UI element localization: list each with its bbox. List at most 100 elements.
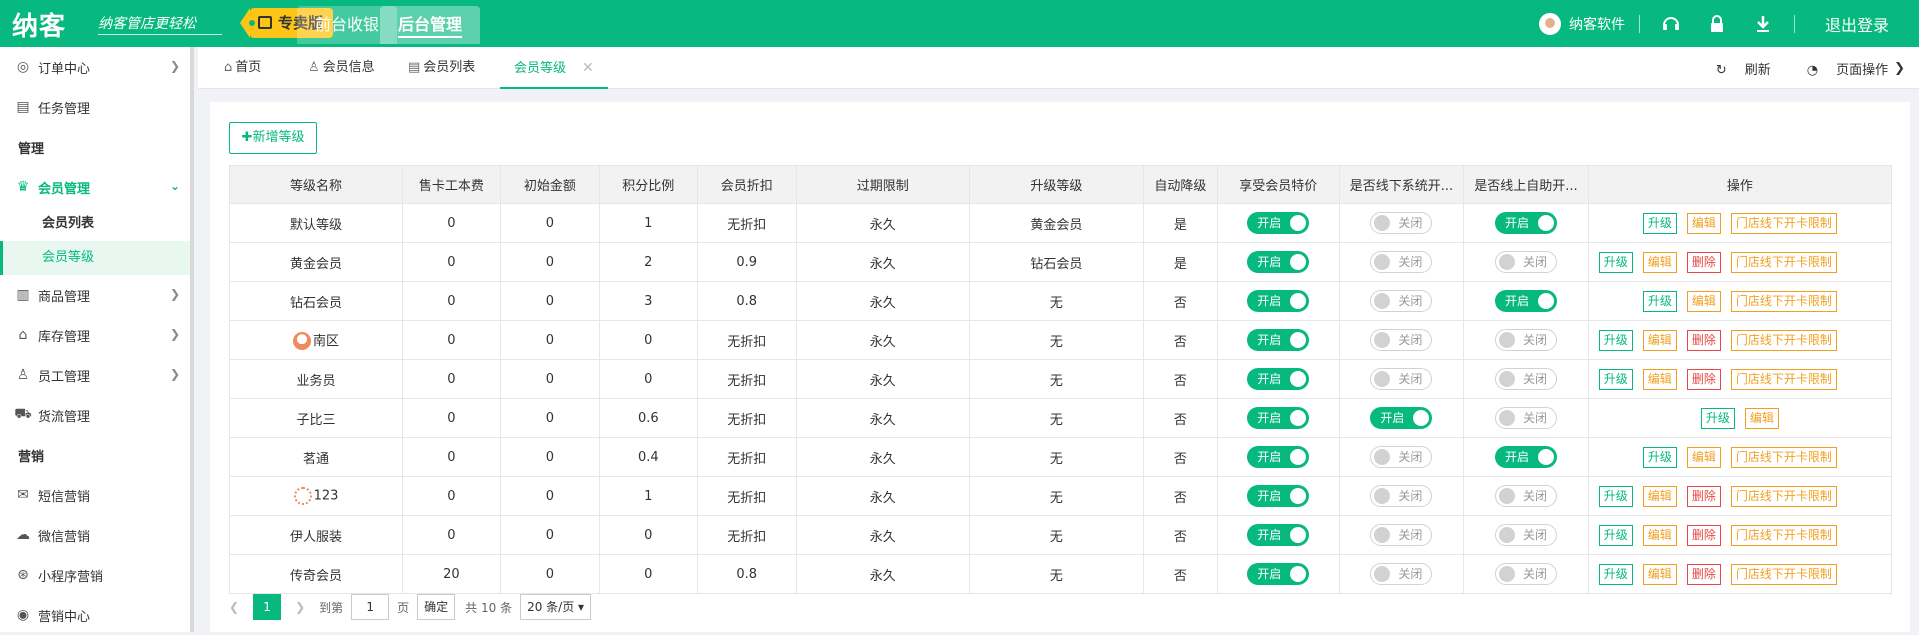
edit-button[interactable]: 编辑: [1642, 524, 1677, 546]
upgrade-button[interactable]: 升级: [1642, 290, 1677, 312]
download-icon[interactable]: [1752, 13, 1774, 35]
delete-button[interactable]: 删除: [1686, 251, 1721, 273]
delete-button[interactable]: 删除: [1686, 563, 1721, 585]
upgrade-button[interactable]: 升级: [1642, 446, 1677, 468]
special-price-toggle[interactable]: 开启: [1247, 407, 1310, 429]
lock-icon[interactable]: [1706, 13, 1728, 35]
card-limit-button[interactable]: 门店线下开卡限制: [1730, 290, 1837, 312]
special-price-toggle[interactable]: 开启: [1247, 368, 1310, 390]
online-open-toggle[interactable]: 开启: [1494, 446, 1557, 468]
card-limit-button[interactable]: 门店线下开卡限制: [1730, 368, 1837, 390]
sidebar-item-goods[interactable]: ▥ 商品管理 ❯: [0, 275, 190, 315]
edit-button[interactable]: 编辑: [1642, 368, 1677, 390]
prev-page-icon[interactable]: ❮: [229, 600, 239, 614]
close-icon[interactable]: ✕: [582, 60, 594, 76]
upgrade-button[interactable]: 升级: [1598, 485, 1633, 507]
delete-button[interactable]: 删除: [1686, 368, 1721, 390]
offline-open-toggle[interactable]: 关闭: [1370, 446, 1433, 468]
page-ops-button[interactable]: ◔ 页面操作: [1789, 59, 1888, 78]
offline-open-toggle[interactable]: 关闭: [1370, 212, 1433, 234]
confirm-button[interactable]: 确定: [417, 594, 456, 620]
special-price-toggle[interactable]: 开启: [1247, 524, 1310, 546]
edit-button[interactable]: 编辑: [1642, 563, 1677, 585]
offline-open-toggle[interactable]: 关闭: [1370, 368, 1433, 390]
card-limit-button[interactable]: 门店线下开卡限制: [1730, 251, 1837, 273]
card-limit-button[interactable]: 门店线下开卡限制: [1730, 212, 1837, 234]
delete-button[interactable]: 删除: [1686, 329, 1721, 351]
card-limit-button[interactable]: 门店线下开卡限制: [1730, 329, 1837, 351]
offline-open-toggle[interactable]: 关闭: [1370, 563, 1433, 585]
page-number-current[interactable]: 1: [253, 594, 282, 620]
online-open-toggle[interactable]: 关闭: [1494, 368, 1557, 390]
special-price-toggle[interactable]: 开启: [1247, 251, 1310, 273]
special-price-toggle[interactable]: 开启: [1247, 446, 1310, 468]
edit-button[interactable]: 编辑: [1686, 290, 1721, 312]
upgrade-button[interactable]: 升级: [1700, 407, 1735, 429]
sidebar-item-wechat[interactable]: ☁ 微信营销: [0, 515, 190, 555]
sidebar-item-miniapp[interactable]: ⊛ 小程序营销: [0, 555, 190, 595]
sidebar-item-members[interactable]: ♛ 会员管理 ⌄: [0, 167, 190, 207]
offline-open-toggle[interactable]: 关闭: [1370, 290, 1433, 312]
chevron-right-icon[interactable]: ❯: [1894, 61, 1905, 76]
upgrade-button[interactable]: 升级: [1598, 524, 1633, 546]
nav-backend-admin[interactable]: 后台管理: [380, 6, 481, 44]
delete-button[interactable]: 删除: [1686, 524, 1721, 546]
tab-member-info[interactable]: ♙ 会员信息: [302, 47, 381, 89]
edit-button[interactable]: 编辑: [1642, 251, 1677, 273]
delete-button[interactable]: 删除: [1686, 485, 1721, 507]
online-open-toggle[interactable]: 关闭: [1494, 407, 1557, 429]
edit-button[interactable]: 编辑: [1642, 329, 1677, 351]
sidebar-item-sms[interactable]: ✉ 短信营销: [0, 475, 190, 515]
sidebar-item-orders[interactable]: ◎ 订单中心 ❯: [0, 47, 190, 87]
online-open-toggle[interactable]: 关闭: [1494, 329, 1557, 351]
edit-button[interactable]: 编辑: [1642, 485, 1677, 507]
tab-home[interactable]: ⌂ 首页: [218, 47, 267, 89]
upgrade-button[interactable]: 升级: [1598, 329, 1633, 351]
online-open-toggle[interactable]: 关闭: [1494, 251, 1557, 273]
upgrade-button[interactable]: 升级: [1642, 212, 1677, 234]
online-open-toggle[interactable]: 关闭: [1494, 524, 1557, 546]
tab-member-level[interactable]: 会员等级 ✕: [500, 47, 608, 89]
sidebar-item-staff[interactable]: ♙ 员工管理 ❯: [0, 355, 190, 395]
avatar[interactable]: [1538, 12, 1561, 35]
online-open-toggle[interactable]: 关闭: [1494, 485, 1557, 507]
edit-button[interactable]: 编辑: [1686, 446, 1721, 468]
edit-button[interactable]: 编辑: [1744, 407, 1779, 429]
refresh-button[interactable]: ↻ 刷新: [1698, 59, 1771, 78]
tab-member-list[interactable]: ▤ 会员列表: [402, 47, 481, 89]
offline-open-toggle[interactable]: 关闭: [1370, 251, 1433, 273]
offline-open-toggle[interactable]: 开启: [1370, 407, 1433, 429]
add-level-button[interactable]: ✚新增等级: [229, 122, 317, 154]
next-page-icon[interactable]: ❯: [295, 600, 305, 614]
upgrade-button[interactable]: 升级: [1598, 563, 1633, 585]
page-size-select[interactable]: 20 条/页 ▾: [520, 594, 592, 620]
offline-open-toggle[interactable]: 关闭: [1370, 329, 1433, 351]
special-price-toggle[interactable]: 开启: [1247, 563, 1310, 585]
sidebar-item-tasks[interactable]: ▤ 任务管理: [0, 87, 190, 127]
sidebar-item-inventory[interactable]: ⌂ 库存管理 ❯: [0, 315, 190, 355]
online-open-toggle[interactable]: 开启: [1494, 290, 1557, 312]
upgrade-button[interactable]: 升级: [1598, 368, 1633, 390]
offline-open-toggle[interactable]: 关闭: [1370, 524, 1433, 546]
headset-icon[interactable]: [1660, 13, 1682, 35]
card-limit-button[interactable]: 门店线下开卡限制: [1730, 485, 1837, 507]
user-name[interactable]: 纳客软件: [1569, 14, 1625, 34]
special-price-toggle[interactable]: 开启: [1247, 329, 1310, 351]
page-input[interactable]: 1: [351, 594, 390, 620]
logout-button[interactable]: 退出登录: [1825, 12, 1889, 36]
card-limit-button[interactable]: 门店线下开卡限制: [1730, 446, 1837, 468]
edit-button[interactable]: 编辑: [1686, 212, 1721, 234]
online-open-toggle[interactable]: 关闭: [1494, 563, 1557, 585]
special-price-toggle[interactable]: 开启: [1247, 485, 1310, 507]
sidebar-item-member-level[interactable]: 会员等级: [0, 241, 190, 275]
sidebar-item-marketing-center[interactable]: ◉ 营销中心: [0, 595, 190, 635]
online-open-toggle[interactable]: 开启: [1494, 212, 1557, 234]
card-limit-button[interactable]: 门店线下开卡限制: [1730, 563, 1837, 585]
upgrade-button[interactable]: 升级: [1598, 251, 1633, 273]
special-price-toggle[interactable]: 开启: [1247, 290, 1310, 312]
special-price-toggle[interactable]: 开启: [1247, 212, 1310, 234]
sidebar-item-logistics[interactable]: ⛟ 货流管理: [0, 395, 190, 435]
offline-open-toggle[interactable]: 关闭: [1370, 485, 1433, 507]
card-limit-button[interactable]: 门店线下开卡限制: [1730, 524, 1837, 546]
sidebar-item-member-list[interactable]: 会员列表: [0, 207, 190, 241]
